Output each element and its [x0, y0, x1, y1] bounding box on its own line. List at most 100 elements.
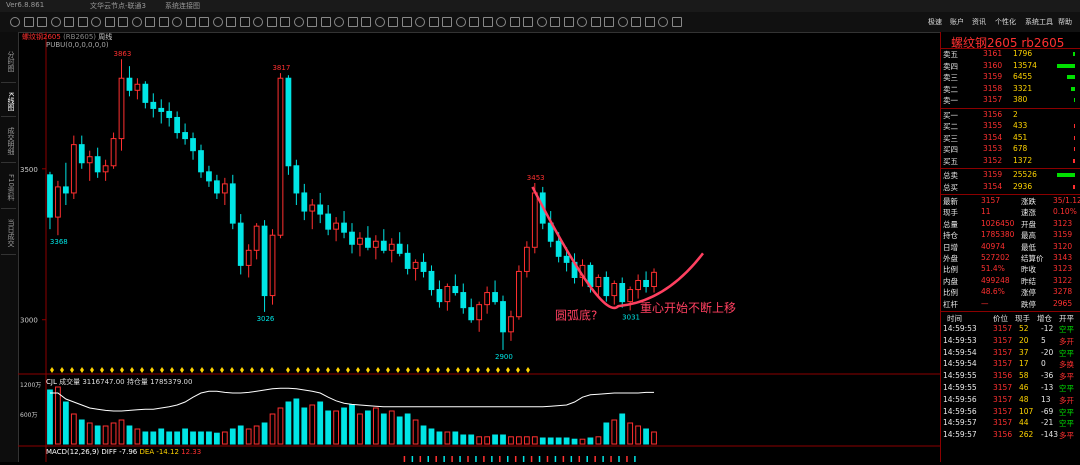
toolbar-tool-icon[interactable]	[509, 17, 520, 27]
toolbar-tool-icon[interactable]	[226, 17, 236, 27]
chart-period[interactable]: 周线	[98, 33, 112, 41]
toolbar-tool-icon[interactable]	[23, 17, 34, 27]
trade-price: 3157	[993, 335, 1013, 345]
menu-item[interactable]: 系统工具	[1025, 17, 1053, 27]
volume-bar	[396, 416, 403, 445]
trade-oi-change: -13	[1041, 383, 1054, 392]
menu-item[interactable]: 极速	[928, 17, 942, 27]
toolbar-tool-icon[interactable]	[199, 17, 209, 27]
toolbar-tool-icon[interactable]	[671, 17, 682, 27]
toolbar-tool-icon[interactable]	[374, 17, 385, 27]
macd-bar	[459, 456, 461, 462]
trade-header-row: 时间 价位 现手 增仓 开平	[943, 313, 1079, 324]
menu-item[interactable]: 资讯	[972, 17, 986, 27]
trade-row: 14:59:56 3157 48 13 多开	[943, 395, 1079, 406]
bid-volume: 678	[1013, 144, 1028, 153]
connection-status[interactable]: 系统连接图	[165, 1, 200, 11]
toolbar-tool-icon[interactable]	[617, 17, 628, 27]
toolbar-tool-icon[interactable]	[361, 17, 371, 27]
stat-label: 总量	[943, 219, 958, 229]
sidebar-tab[interactable]: 分时图	[1, 40, 16, 83]
toolbar-tool-icon[interactable]	[415, 17, 425, 27]
toolbar-tool-icon[interactable]	[496, 17, 506, 27]
sidebar-tab[interactable]: 成交明细	[1, 120, 16, 163]
volume-bar	[523, 436, 530, 445]
price-tick-label: 3000	[20, 317, 38, 325]
ask-label: 卖二	[943, 84, 958, 94]
bid-price: 3155	[983, 121, 1003, 130]
toolbar-tool-icon[interactable]	[334, 17, 344, 27]
candle-body	[237, 222, 244, 266]
toolbar-tool-icon[interactable]	[577, 17, 587, 27]
toolbar-tool-icon[interactable]	[118, 17, 128, 27]
toolbar-tool-icon[interactable]	[644, 17, 655, 27]
signal-diamond	[210, 367, 214, 373]
toolbar-tool-icon[interactable]	[145, 17, 155, 27]
toolbar-tool-icon[interactable]	[280, 17, 290, 27]
stat-value: 48.6%	[981, 287, 1005, 297]
stat-value: 3159	[1053, 230, 1073, 240]
toolbar-tool-icon[interactable]	[320, 17, 331, 27]
kline-chart[interactable]: 3500 3000 3863 3817 3453 3368 3026 3031 2900 圆弧底?…	[18, 32, 940, 462]
sidebar-tab[interactable]: K线图	[1, 86, 16, 117]
toolbar-tool-icon[interactable]	[442, 17, 452, 27]
bid-row: 买四 3153 678	[943, 144, 1079, 155]
toolbar-tool-icon[interactable]	[212, 17, 223, 27]
volume-bar	[333, 410, 339, 445]
toolbar-tool-icon[interactable]	[172, 17, 182, 27]
trade-price: 3156	[993, 430, 1013, 440]
toolbar-tool-icon[interactable]	[469, 17, 479, 27]
toolbar-tool-icon[interactable]	[482, 17, 493, 27]
toolbar-tool-icon[interactable]	[658, 17, 668, 27]
toolbar-tool-icon[interactable]	[64, 17, 74, 27]
menu-item[interactable]: 个性化	[995, 17, 1016, 27]
toolbar-tool-icon[interactable]	[131, 17, 142, 27]
toolbar-tool-icon[interactable]	[104, 17, 115, 27]
extreme-price-label: 3453	[527, 174, 545, 182]
signal-diamond	[90, 367, 94, 373]
menu-item[interactable]: 帮助	[1058, 17, 1072, 27]
toolbar-tool-icon[interactable]	[401, 17, 412, 27]
stat-row: 日增 40974 最低 3120	[943, 242, 1079, 253]
toolbar-tool-icon[interactable]	[604, 17, 614, 27]
toolbar-tool-icon[interactable]	[536, 17, 547, 27]
toolbar-tool-icon[interactable]	[388, 17, 398, 27]
signal-diamond	[476, 367, 480, 373]
stat-value: 2965	[1053, 298, 1073, 308]
toolbar-tool-icon[interactable]	[523, 17, 533, 27]
toolbar-tool-icon[interactable]	[266, 17, 277, 27]
volume-bar	[158, 428, 165, 445]
toolbar-tool-icon[interactable]	[428, 17, 439, 27]
toolbar-tool-icon[interactable]	[455, 17, 466, 27]
toolbar-tool-icon[interactable]	[50, 17, 61, 27]
candle-body	[269, 234, 276, 297]
toolbar-tool-icon[interactable]	[631, 17, 641, 27]
toolbar-tool-icon[interactable]	[239, 17, 250, 27]
toolbar-tool-icon[interactable]	[550, 17, 560, 27]
toolbar-tool-icon[interactable]	[293, 17, 304, 27]
toolbar-tool-icon[interactable]	[307, 17, 317, 27]
toolbar-tool-icon[interactable]	[91, 17, 101, 27]
signal-diamond	[506, 367, 510, 373]
signal-diamond	[296, 367, 300, 373]
toolbar-tool-icon[interactable]	[590, 17, 601, 27]
chart-symbol-ref[interactable]: (RB2605)	[63, 33, 96, 41]
menu-item[interactable]: 账户	[950, 17, 964, 27]
toolbar-tool-icon[interactable]	[37, 17, 47, 27]
toolbar-tool-icon[interactable]	[77, 17, 88, 27]
toolbar-tool-icon[interactable]	[185, 17, 196, 27]
toolbar-tool-icon[interactable]	[563, 17, 574, 27]
signal-diamond	[426, 367, 430, 373]
volume-bar	[380, 413, 387, 445]
volume-bar	[166, 431, 173, 445]
candle-body	[563, 255, 570, 263]
trade-price: 3156	[993, 371, 1013, 381]
chart-area[interactable]: 3500 3000 3863 3817 3453 3368 3026 3031 2900 圆弧底?…	[18, 32, 940, 462]
sidebar-tab[interactable]: 当日成交	[1, 212, 16, 255]
toolbar-tool-icon[interactable]	[253, 17, 263, 27]
toolbar-tool-icon[interactable]	[347, 17, 358, 27]
toolbar-tool-icon[interactable]	[158, 17, 169, 27]
sidebar-tab[interactable]: F10资料	[1, 166, 16, 209]
trade-volume: 46	[1019, 383, 1029, 392]
toolbar-tool-icon[interactable]	[10, 17, 20, 27]
